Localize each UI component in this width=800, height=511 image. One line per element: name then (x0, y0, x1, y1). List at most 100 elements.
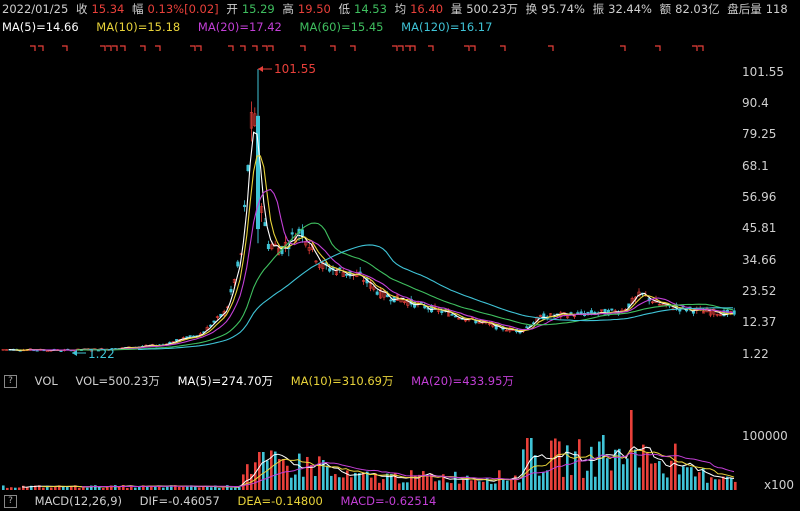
vol-ma10: MA(10)=310.69万 (290, 374, 394, 388)
vol-ma5: MA(5)=274.70万 (177, 374, 274, 388)
volume-bar (638, 467, 641, 490)
price-axis-label: 79.25 (742, 127, 776, 141)
signal-marker (140, 45, 146, 51)
volume-bar (626, 458, 629, 490)
volume-bar (22, 485, 25, 490)
macd-help-button[interactable]: ? (4, 495, 17, 508)
price-axis-label: 68.1 (742, 159, 769, 173)
volume-bar (274, 451, 277, 490)
volume-bar (622, 464, 625, 490)
volume-bar (558, 441, 561, 490)
signal-marker (698, 45, 704, 51)
volume-bar (286, 465, 289, 490)
signal-marker (548, 45, 554, 51)
volume-bar (290, 477, 293, 490)
candle-body (246, 165, 250, 171)
signal-marker (405, 45, 411, 51)
volume-bar (222, 487, 225, 490)
amplitude-label: 振 (592, 2, 605, 16)
close-value: 15.34 (91, 2, 125, 16)
volume-bar (646, 452, 649, 490)
high-value: 19.50 (297, 2, 331, 16)
volume-bar (114, 485, 117, 490)
volume-bar (330, 475, 333, 490)
low-label: 低 (338, 2, 351, 16)
ma-legend: MA(5)=14.66 MA(10)=15.18 MA(20)=17.42 MA… (0, 18, 800, 36)
candle-body (525, 326, 529, 329)
volume-bar (502, 478, 505, 490)
volume-bar (470, 480, 473, 490)
signal-marker (30, 45, 36, 51)
volume-bar (282, 459, 285, 490)
volume-bar (318, 456, 321, 490)
volume-bar (298, 453, 301, 490)
signal-marker (500, 45, 506, 51)
candle-body (732, 310, 736, 315)
low-value: 14.53 (354, 2, 387, 16)
signal-marker (240, 45, 246, 51)
volume-bar (358, 473, 361, 490)
volume-bar (422, 471, 425, 490)
volume-bar (410, 470, 413, 490)
volume-bar (86, 487, 89, 490)
volume-bar (378, 482, 381, 490)
volume-bar (458, 483, 461, 490)
volume-bar (194, 486, 197, 490)
volume-bar (10, 487, 13, 490)
price-axis: 101.55 90.4 79.25 68.1 56.96 45.81 34.66… (742, 65, 784, 361)
volume-bar (6, 487, 9, 490)
volume-bar (546, 470, 549, 490)
candle-body (440, 310, 444, 313)
price-axis-label: 34.66 (742, 253, 776, 267)
open-value: 15.29 (241, 2, 275, 16)
volume-bar (634, 449, 637, 490)
volume-bar (550, 440, 553, 490)
candle-body (576, 312, 580, 314)
volume-bar (186, 486, 189, 490)
ma-lines (8, 131, 734, 351)
volume-bar (2, 485, 5, 490)
signal-marker (392, 45, 398, 51)
volume-bar (586, 470, 589, 490)
signal-marker (620, 45, 626, 51)
volume-chart[interactable]: 100000 x100 (0, 390, 800, 492)
volume-bar (406, 482, 409, 490)
vol-help-button[interactable]: ? (4, 375, 17, 388)
candle-body (586, 311, 590, 314)
ma20-line (29, 188, 734, 351)
volume-bar (374, 473, 377, 490)
volume-bar (354, 472, 357, 490)
volume-bar (582, 477, 585, 490)
price-axis-label: 101.55 (742, 65, 784, 79)
volume-bar (490, 483, 493, 490)
price-axis-label: 1.22 (742, 347, 769, 361)
ma60-line (76, 222, 734, 351)
volume-bar (434, 481, 437, 490)
volume-bar (474, 479, 477, 490)
volume-bar (494, 483, 497, 490)
macd-value: MACD=-0.62514 (340, 494, 437, 508)
signal-marker (106, 45, 112, 51)
volume-bar (266, 460, 269, 490)
signal-marker (692, 45, 698, 51)
volume-bar (126, 487, 129, 490)
volume-bar (674, 443, 677, 490)
candle-body (263, 222, 267, 227)
candlestick-chart[interactable]: 101.55 90.4 79.25 68.1 56.96 45.81 34.66… (0, 36, 800, 372)
price-axis-label: 90.4 (742, 96, 769, 110)
volume-bar (678, 474, 681, 490)
quote-date: 2022/01/25 (2, 2, 69, 16)
volume-bar (254, 462, 257, 490)
candle-body (450, 314, 454, 316)
open-label: 开 (226, 2, 238, 16)
after-hours-label: 盘后量 (727, 2, 762, 16)
signal-marker (330, 45, 336, 51)
volume-axis-label: 100000 (742, 429, 788, 443)
vol-value: VOL=500.23万 (75, 374, 160, 388)
volume-bar (18, 487, 21, 490)
volume-bar (230, 487, 233, 490)
volume-bar (538, 475, 541, 490)
low-price-label: 1.22 (88, 347, 115, 361)
volume-bar (342, 477, 345, 490)
volume-bar (462, 479, 465, 490)
